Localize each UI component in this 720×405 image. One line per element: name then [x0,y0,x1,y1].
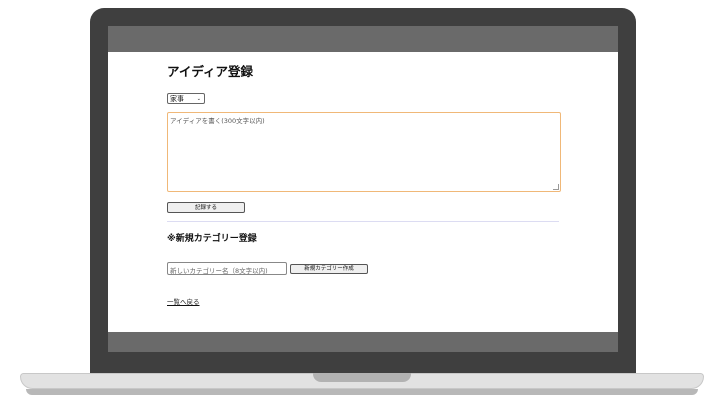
laptop-screen: アイディア登録 家事 ⌄ アイディアを書く(300文字以内) 記録する ※新規カ… [108,26,618,352]
divider [167,221,559,222]
new-category-input[interactable]: 新しいカテゴリー名（8文字以内) [167,262,287,275]
laptop-notch [313,373,411,382]
resize-grip-icon[interactable] [553,184,559,190]
back-to-list-link[interactable]: 一覧へ戻る [167,296,200,306]
record-button[interactable]: 記録する [167,202,245,213]
idea-textarea[interactable]: アイディアを書く(300文字以内) [167,112,561,192]
laptop-base-shadow [26,389,698,395]
category-select[interactable]: 家事 ⌄ [167,93,205,104]
idea-textarea-placeholder: アイディアを書く(300文字以内) [170,117,265,125]
chevron-down-icon: ⌄ [196,96,201,102]
screen-top-bar [108,26,618,52]
new-category-section-title: ※新規カテゴリー登録 [167,234,257,244]
category-select-value: 家事 [170,95,184,103]
new-category-input-placeholder: 新しいカテゴリー名（8文字以内) [170,267,268,275]
page-title: アイディア登録 [167,64,254,79]
screen-bottom-bar [108,332,618,352]
create-category-button[interactable]: 新規カテゴリー作成 [290,264,368,274]
